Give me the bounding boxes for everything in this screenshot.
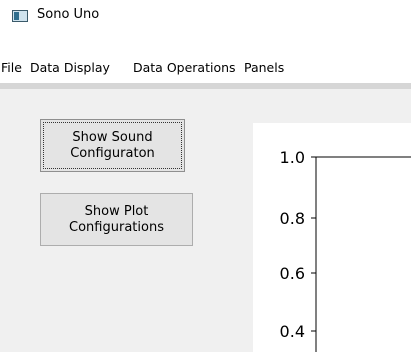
- y-tick-label: 0.4: [280, 322, 305, 341]
- title-bar: Sono Uno: [0, 0, 411, 30]
- show-sound-configuration-button[interactable]: Show Sound Configuraton: [40, 119, 185, 172]
- show-plot-configurations-label: Show Plot Configurations: [69, 203, 164, 235]
- menu-panels[interactable]: Panels: [244, 60, 284, 75]
- show-sound-configuration-label: Show Sound Configuraton: [70, 129, 155, 161]
- menu-data-operations[interactable]: Data Operations: [133, 60, 236, 75]
- menu-data-display[interactable]: Data Display: [30, 60, 110, 75]
- plot-canvas: 1.0 0.8 0.6 0.4: [280, 148, 411, 352]
- show-plot-configurations-button[interactable]: Show Plot Configurations: [40, 193, 193, 246]
- window-title: Sono Uno: [37, 7, 100, 22]
- y-tick-label: 0.8: [280, 209, 305, 228]
- y-tick-label: 0.6: [280, 264, 305, 283]
- menu-file[interactable]: File: [1, 60, 22, 75]
- y-tick-label: 1.0: [280, 148, 305, 167]
- plot-panel: 1.0 0.8 0.6 0.4: [253, 123, 411, 352]
- menu-bar: File Data Display Data Operations Panels: [0, 55, 411, 77]
- app-window-icon[interactable]: [12, 10, 28, 22]
